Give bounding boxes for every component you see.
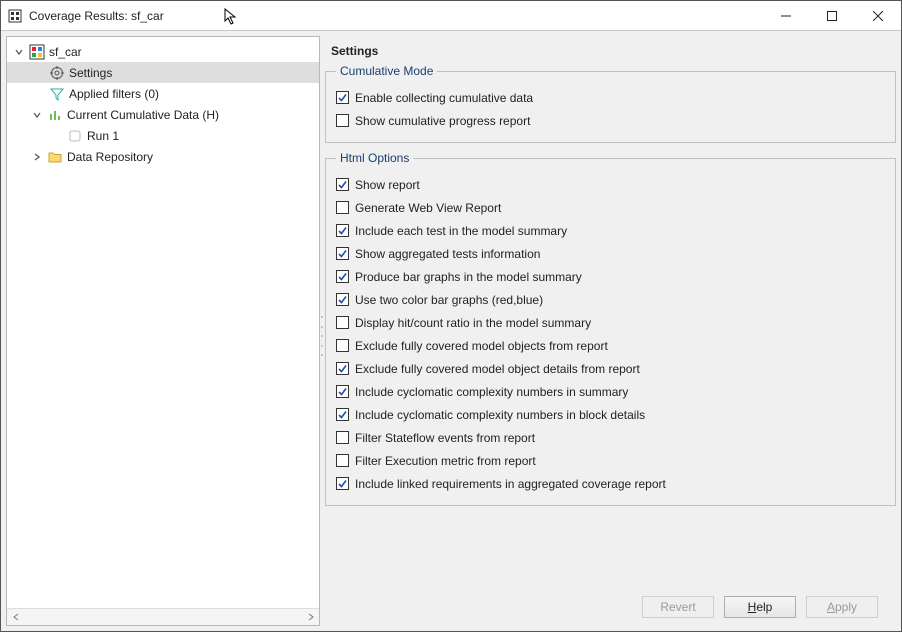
checkbox-label: Show report	[355, 178, 420, 192]
revert-button[interactable]: Revert	[642, 596, 714, 618]
checkbox-label: Use two color bar graphs (red,blue)	[355, 293, 543, 307]
checkbox[interactable]	[336, 477, 349, 490]
check-two-color[interactable]: Use two color bar graphs (red,blue)	[336, 288, 885, 311]
scroll-left-button[interactable]	[7, 609, 24, 626]
titlebar: Coverage Results: sf_car	[1, 1, 901, 31]
chevron-down-icon[interactable]	[11, 44, 27, 60]
tree-node-label: Data Repository	[67, 150, 153, 164]
tree-node-cumulative[interactable]: Current Cumulative Data (H)	[7, 104, 319, 125]
chevron-down-icon[interactable]	[29, 107, 45, 123]
tree-node-run[interactable]: Run 1	[7, 125, 319, 146]
checkbox[interactable]	[336, 201, 349, 214]
tree-node-filters[interactable]: Applied filters (0)	[7, 83, 319, 104]
checkbox-label: Enable collecting cumulative data	[355, 91, 533, 105]
check-include-tests[interactable]: Include each test in the model summary	[336, 219, 885, 242]
checkbox[interactable]	[336, 385, 349, 398]
checkbox-label: Exclude fully covered model object detai…	[355, 362, 640, 376]
tree-pane: sf_car Settings Applied filters (0) Curr…	[6, 36, 320, 626]
check-exclude-objects[interactable]: Exclude fully covered model objects from…	[336, 334, 885, 357]
check-hit-count[interactable]: Display hit/count ratio in the model sum…	[336, 311, 885, 334]
filter-icon	[49, 86, 65, 102]
tree-node-label: Applied filters (0)	[69, 87, 159, 101]
right-pane: Settings Cumulative Mode Enable collecti…	[325, 36, 896, 626]
html-options-group: Html Options Show report Generate Web Vi…	[325, 151, 896, 506]
app-icon	[7, 8, 23, 24]
app-window: Coverage Results: sf_car sf_car Settings	[0, 0, 902, 632]
checkbox-label: Filter Execution metric from report	[355, 454, 536, 468]
apply-button[interactable]: Apply	[806, 596, 878, 618]
tree[interactable]: sf_car Settings Applied filters (0) Curr…	[7, 37, 319, 608]
chevron-right-icon[interactable]	[29, 149, 45, 165]
tree-node-label: sf_car	[49, 45, 82, 59]
checkbox[interactable]	[336, 431, 349, 444]
checkbox-label: Exclude fully covered model objects from…	[355, 339, 608, 353]
tree-node-settings[interactable]: Settings	[7, 62, 319, 83]
check-exclude-details[interactable]: Exclude fully covered model object detai…	[336, 357, 885, 380]
window-title: Coverage Results: sf_car	[29, 9, 164, 23]
checkbox[interactable]	[336, 224, 349, 237]
group-legend: Cumulative Mode	[336, 64, 437, 78]
check-aggregated-tests[interactable]: Show aggregated tests information	[336, 242, 885, 265]
tree-node-repo[interactable]: Data Repository	[7, 146, 319, 167]
checkbox[interactable]	[336, 247, 349, 260]
check-filter-exec[interactable]: Filter Execution metric from report	[336, 449, 885, 472]
checkbox[interactable]	[336, 293, 349, 306]
checkbox-label: Show aggregated tests information	[355, 247, 540, 261]
settings-content: Cumulative Mode Enable collecting cumula…	[325, 64, 896, 590]
checkbox-label: Generate Web View Report	[355, 201, 501, 215]
gear-icon	[49, 65, 65, 81]
check-show-report[interactable]: Show report	[336, 173, 885, 196]
tree-node-label: Current Cumulative Data (H)	[67, 108, 219, 122]
checkbox[interactable]	[336, 454, 349, 467]
help-button[interactable]: Help	[724, 596, 796, 618]
scroll-right-button[interactable]	[302, 609, 319, 626]
tree-node-root[interactable]: sf_car	[7, 41, 319, 62]
maximize-button[interactable]	[809, 1, 855, 31]
checkbox[interactable]	[336, 91, 349, 104]
checkbox-label: Show cumulative progress report	[355, 114, 530, 128]
checkbox-label: Display hit/count ratio in the model sum…	[355, 316, 591, 330]
check-filter-sf[interactable]: Filter Stateflow events from report	[336, 426, 885, 449]
apply-label-rest: pply	[835, 600, 857, 614]
checkbox[interactable]	[336, 339, 349, 352]
settings-heading: Settings	[325, 36, 896, 64]
group-legend: Html Options	[336, 151, 413, 165]
check-enable-cumulative[interactable]: Enable collecting cumulative data	[336, 86, 885, 109]
checkbox[interactable]	[336, 114, 349, 127]
help-label-rest: elp	[756, 600, 772, 614]
horizontal-scrollbar[interactable]	[7, 608, 319, 625]
checkbox-label: Include each test in the model summary	[355, 224, 567, 238]
run-icon	[67, 128, 83, 144]
check-web-view[interactable]: Generate Web View Report	[336, 196, 885, 219]
check-linked-req[interactable]: Include linked requirements in aggregate…	[336, 472, 885, 495]
model-icon	[29, 44, 45, 60]
checkbox-label: Include cyclomatic complexity numbers in…	[355, 408, 645, 422]
checkbox[interactable]	[336, 178, 349, 191]
checkbox-label: Include cyclomatic complexity numbers in…	[355, 385, 628, 399]
check-cc-block[interactable]: Include cyclomatic complexity numbers in…	[336, 403, 885, 426]
main-body: sf_car Settings Applied filters (0) Curr…	[1, 31, 901, 631]
checkbox[interactable]	[336, 270, 349, 283]
checkbox-label: Produce bar graphs in the model summary	[355, 270, 582, 284]
folder-icon	[47, 149, 63, 165]
splitter-grip[interactable]	[321, 316, 325, 356]
minimize-button[interactable]	[763, 1, 809, 31]
checkbox-label: Include linked requirements in aggregate…	[355, 477, 666, 491]
checkbox[interactable]	[336, 316, 349, 329]
check-show-progress[interactable]: Show cumulative progress report	[336, 109, 885, 132]
check-cc-summary[interactable]: Include cyclomatic complexity numbers in…	[336, 380, 885, 403]
tree-node-label: Run 1	[87, 129, 119, 143]
data-icon	[47, 107, 63, 123]
cursor-icon	[224, 8, 240, 24]
checkbox[interactable]	[336, 408, 349, 421]
cumulative-mode-group: Cumulative Mode Enable collecting cumula…	[325, 64, 896, 143]
checkbox-label: Filter Stateflow events from report	[355, 431, 535, 445]
tree-node-label: Settings	[69, 66, 112, 80]
checkbox[interactable]	[336, 362, 349, 375]
button-bar: Revert Help Apply	[325, 590, 896, 626]
close-button[interactable]	[855, 1, 901, 31]
check-bar-graphs[interactable]: Produce bar graphs in the model summary	[336, 265, 885, 288]
